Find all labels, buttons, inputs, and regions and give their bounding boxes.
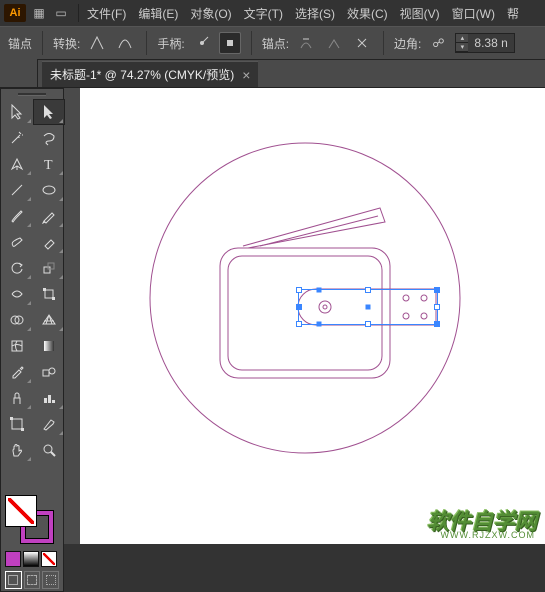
svg-text:T: T [44,158,53,172]
blend-tool[interactable] [33,359,65,385]
shape-builder-tool[interactable] [1,307,33,333]
column-graph-tool[interactable] [33,385,65,411]
pencil-tool[interactable] [33,203,65,229]
empty-tool-slot [1,463,33,489]
fill-swatch[interactable] [5,495,37,527]
perspective-grid-tool[interactable] [33,307,65,333]
menu-type[interactable]: 文字(T) [240,3,287,24]
bridge-icon[interactable]: ▦ [32,6,46,20]
corner-label: 边角: [394,35,421,52]
symbol-sprayer-tool[interactable] [1,385,33,411]
anchors-label: 锚点: [262,35,289,52]
gradient-tool[interactable] [33,333,65,359]
width-tool[interactable] [1,281,33,307]
mesh-tool[interactable] [1,333,33,359]
color-mode-none[interactable] [41,551,57,567]
document-tab-bar: 未标题-1* @ 74.27% (CMYK/预览) × [0,60,545,88]
handle-show-icon[interactable] [191,32,213,54]
corner-radius-input[interactable]: ▴▾ 8.38 n [455,33,514,53]
direct-selection-tool[interactable] [33,99,65,125]
tab-gutter [0,59,38,87]
menu-file[interactable]: 文件(F) [83,3,130,24]
document-tab[interactable]: 未标题-1* @ 74.27% (CMYK/预览) × [42,61,258,87]
ellipse-tool[interactable] [33,177,65,203]
slice-tool[interactable] [33,411,65,437]
pen-tool[interactable] [1,151,33,177]
workspace: 软件自学网 WWW.RJZXW.COM T [0,88,545,544]
menu-edit[interactable]: 编辑(E) [134,3,182,24]
eyedropper-tool[interactable] [1,359,33,385]
convert-label: 转换: [53,35,80,52]
watermark-url: WWW.RJZXW.COM [441,530,535,540]
control-context-label: 锚点 [8,35,32,52]
canvas[interactable]: 软件自学网 WWW.RJZXW.COM [80,88,545,544]
handle-label: 手柄: [157,35,184,52]
hand-tool[interactable] [1,437,33,463]
menu-select[interactable]: 选择(S) [291,3,339,24]
eraser-tool[interactable] [33,229,65,255]
magic-wand-tool[interactable] [1,125,33,151]
draw-normal[interactable] [5,571,22,589]
divider [383,31,384,55]
app-quick-icons: ▦ ▭ [32,6,68,20]
convert-corner-icon[interactable] [86,32,108,54]
color-mode-row [1,549,63,569]
lasso-tool[interactable] [33,125,65,151]
zoom-tool[interactable] [33,437,65,463]
main-menu: 文件(F) 编辑(E) 对象(O) 文字(T) 选择(S) 效果(C) 视图(V… [83,3,523,24]
free-transform-tool[interactable] [33,281,65,307]
remove-anchor-icon[interactable] [295,32,317,54]
corner-radius-value: 8.38 n [468,36,513,50]
close-tab-icon[interactable]: × [242,67,250,83]
arrange-icon[interactable]: ▭ [54,6,68,20]
none-fill-icon [8,498,34,524]
draw-behind[interactable] [24,571,41,589]
convert-smooth-icon[interactable] [114,32,136,54]
control-bar: 锚点 转换: 手柄: 锚点: 边角: ☍ ▴▾ 8.38 n [0,26,545,60]
menu-view[interactable]: 视图(V) [396,3,444,24]
fill-stroke-swatches[interactable] [1,489,63,549]
paintbrush-tool[interactable] [1,203,33,229]
blob-brush-tool[interactable] [1,229,33,255]
selection-tool[interactable] [1,99,33,125]
selection-bounding-box[interactable] [298,289,438,325]
app-logo: Ai [4,4,26,22]
color-mode-color[interactable] [5,551,21,567]
top-menu-bar: Ai ▦ ▭ 文件(F) 编辑(E) 对象(O) 文字(T) 选择(S) 效果(… [0,0,545,26]
rotate-tool[interactable] [1,255,33,281]
menu-effect[interactable]: 效果(C) [343,3,392,24]
divider [251,31,252,55]
step-down-icon[interactable]: ▾ [456,43,468,52]
divider [146,31,147,55]
menu-object[interactable]: 对象(O) [186,3,235,24]
divider [42,31,43,55]
link-icon[interactable]: ☍ [427,32,449,54]
draw-modes-row [1,569,63,591]
artboard-tool[interactable] [1,411,33,437]
type-tool[interactable]: T [33,151,65,177]
menu-window[interactable]: 窗口(W) [448,3,499,24]
connect-path-icon[interactable] [323,32,345,54]
scale-tool[interactable] [33,255,65,281]
divider [78,4,79,22]
handle-hide-icon[interactable] [219,32,241,54]
step-up-icon[interactable]: ▴ [456,34,468,43]
panel-grip[interactable] [1,89,63,99]
draw-inside[interactable] [42,571,59,589]
cut-path-icon[interactable] [351,32,373,54]
tools-panel[interactable]: T [0,88,64,592]
line-tool[interactable] [1,177,33,203]
document-tab-title: 未标题-1* @ 74.27% (CMYK/预览) [50,66,234,83]
color-mode-gradient[interactable] [23,551,39,567]
menu-help[interactable]: 帮 [503,3,523,24]
